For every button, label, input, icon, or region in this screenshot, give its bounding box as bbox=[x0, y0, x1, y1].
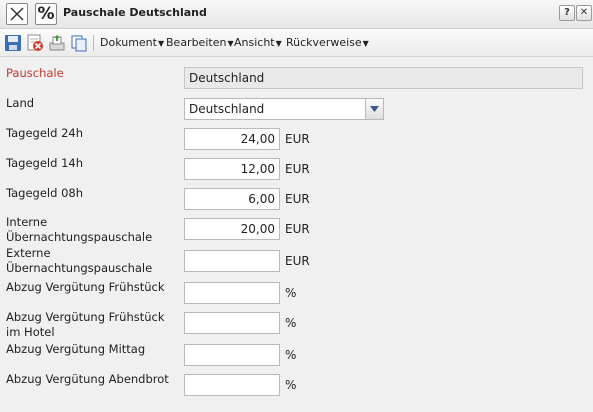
window-titlebar: % Pauschale Deutschland ? ✕ bbox=[0, 0, 593, 29]
tagegeld-14h-label: Tagegeld 14h bbox=[6, 156, 83, 170]
menu-bearbeiten-label: Bearbeiten bbox=[166, 36, 227, 49]
pauschale-field: Deutschland bbox=[184, 67, 583, 89]
tagegeld-24h-unit: EUR bbox=[285, 132, 310, 146]
abzug-abendbrot-label: Abzug Vergütung Abendbrot bbox=[6, 372, 169, 386]
interne-uebernachtung-input[interactable]: 20,00 bbox=[184, 218, 280, 240]
delete-icon[interactable] bbox=[26, 34, 44, 52]
chevron-down-icon[interactable] bbox=[365, 99, 383, 119]
interne-uebernachtung-label: Interne Übernachtungspauschale bbox=[6, 215, 152, 245]
externe-uebernachtung-label: Externe Übernachtungspauschale bbox=[6, 246, 152, 276]
pauschale-label: Pauschale bbox=[6, 66, 64, 80]
abzug-fruehstueck-hotel-label: Abzug Vergütung Frühstück im Hotel bbox=[6, 310, 165, 340]
abzug-fruehstueck-label: Abzug Vergütung Frühstück bbox=[6, 280, 165, 294]
tagegeld-08h-unit: EUR bbox=[285, 192, 310, 206]
tagegeld-08h-input[interactable]: 6,00 bbox=[184, 188, 280, 210]
menu-bearbeiten[interactable]: Bearbeiten▼ bbox=[166, 36, 234, 49]
help-button[interactable]: ? bbox=[559, 5, 575, 21]
land-select-value: Deutschland bbox=[189, 102, 265, 116]
externe-uebernachtung-input[interactable] bbox=[184, 250, 280, 272]
menu-dokument[interactable]: Dokument▼ bbox=[100, 36, 164, 49]
abzug-mittag-input[interactable] bbox=[184, 344, 280, 366]
abzug-fruehstueck-hotel-label-line2: im Hotel bbox=[6, 325, 55, 339]
toolbar: Dokument▼ Bearbeiten▼ Ansicht▼ Rückverwe… bbox=[0, 29, 593, 57]
tagegeld-08h-label: Tagegeld 08h bbox=[6, 186, 83, 200]
externe-uebernachtung-label-line2: Übernachtungspauschale bbox=[6, 261, 153, 275]
menu-ansicht-label: Ansicht bbox=[234, 36, 275, 49]
toolbar-separator bbox=[93, 35, 94, 51]
copy-icon[interactable] bbox=[70, 34, 88, 52]
chevron-down-icon: ▼ bbox=[275, 39, 282, 48]
menu-rueckverweise-label: Rückverweise bbox=[286, 36, 362, 49]
abzug-fruehstueck-input[interactable] bbox=[184, 282, 280, 304]
tagegeld-14h-input[interactable]: 12,00 bbox=[184, 158, 280, 180]
chevron-down-icon: ▼ bbox=[227, 39, 234, 48]
externe-uebernachtung-unit: EUR bbox=[285, 254, 310, 268]
export-icon[interactable] bbox=[48, 34, 66, 52]
percent-icon: % bbox=[35, 3, 57, 25]
abzug-mittag-label: Abzug Vergütung Mittag bbox=[6, 342, 146, 356]
land-select[interactable]: Deutschland bbox=[184, 98, 384, 120]
save-icon[interactable] bbox=[4, 34, 22, 52]
tagegeld-24h-label: Tagegeld 24h bbox=[6, 126, 83, 140]
abzug-abendbrot-unit: % bbox=[285, 378, 297, 392]
close-document-icon[interactable] bbox=[6, 3, 28, 25]
interne-uebernachtung-label-line1: Interne bbox=[6, 215, 48, 229]
tagegeld-14h-unit: EUR bbox=[285, 162, 310, 176]
abzug-abendbrot-input[interactable] bbox=[184, 374, 280, 396]
interne-uebernachtung-label-line2: Übernachtungspauschale bbox=[6, 230, 153, 244]
abzug-fruehstueck-hotel-input[interactable] bbox=[184, 312, 280, 334]
window-title: Pauschale Deutschland bbox=[63, 6, 207, 19]
percent-icon-glyph: % bbox=[37, 4, 55, 24]
externe-uebernachtung-label-line1: Externe bbox=[6, 246, 51, 260]
land-label: Land bbox=[6, 96, 35, 110]
abzug-fruehstueck-unit: % bbox=[285, 286, 297, 300]
interne-uebernachtung-unit: EUR bbox=[285, 222, 310, 236]
menu-dokument-label: Dokument bbox=[100, 36, 157, 49]
abzug-fruehstueck-hotel-label-line1: Abzug Vergütung Frühstück bbox=[6, 310, 165, 324]
abzug-fruehstueck-hotel-unit: % bbox=[285, 316, 297, 330]
abzug-mittag-unit: % bbox=[285, 348, 297, 362]
chevron-down-icon: ▼ bbox=[362, 39, 369, 48]
menu-ansicht[interactable]: Ansicht▼ bbox=[234, 36, 282, 49]
menu-rueckverweise[interactable]: Rückverweise▼ bbox=[286, 36, 369, 49]
chevron-down-icon: ▼ bbox=[157, 39, 165, 48]
tagegeld-24h-input[interactable]: 24,00 bbox=[184, 128, 280, 150]
close-button[interactable]: ✕ bbox=[576, 5, 592, 21]
